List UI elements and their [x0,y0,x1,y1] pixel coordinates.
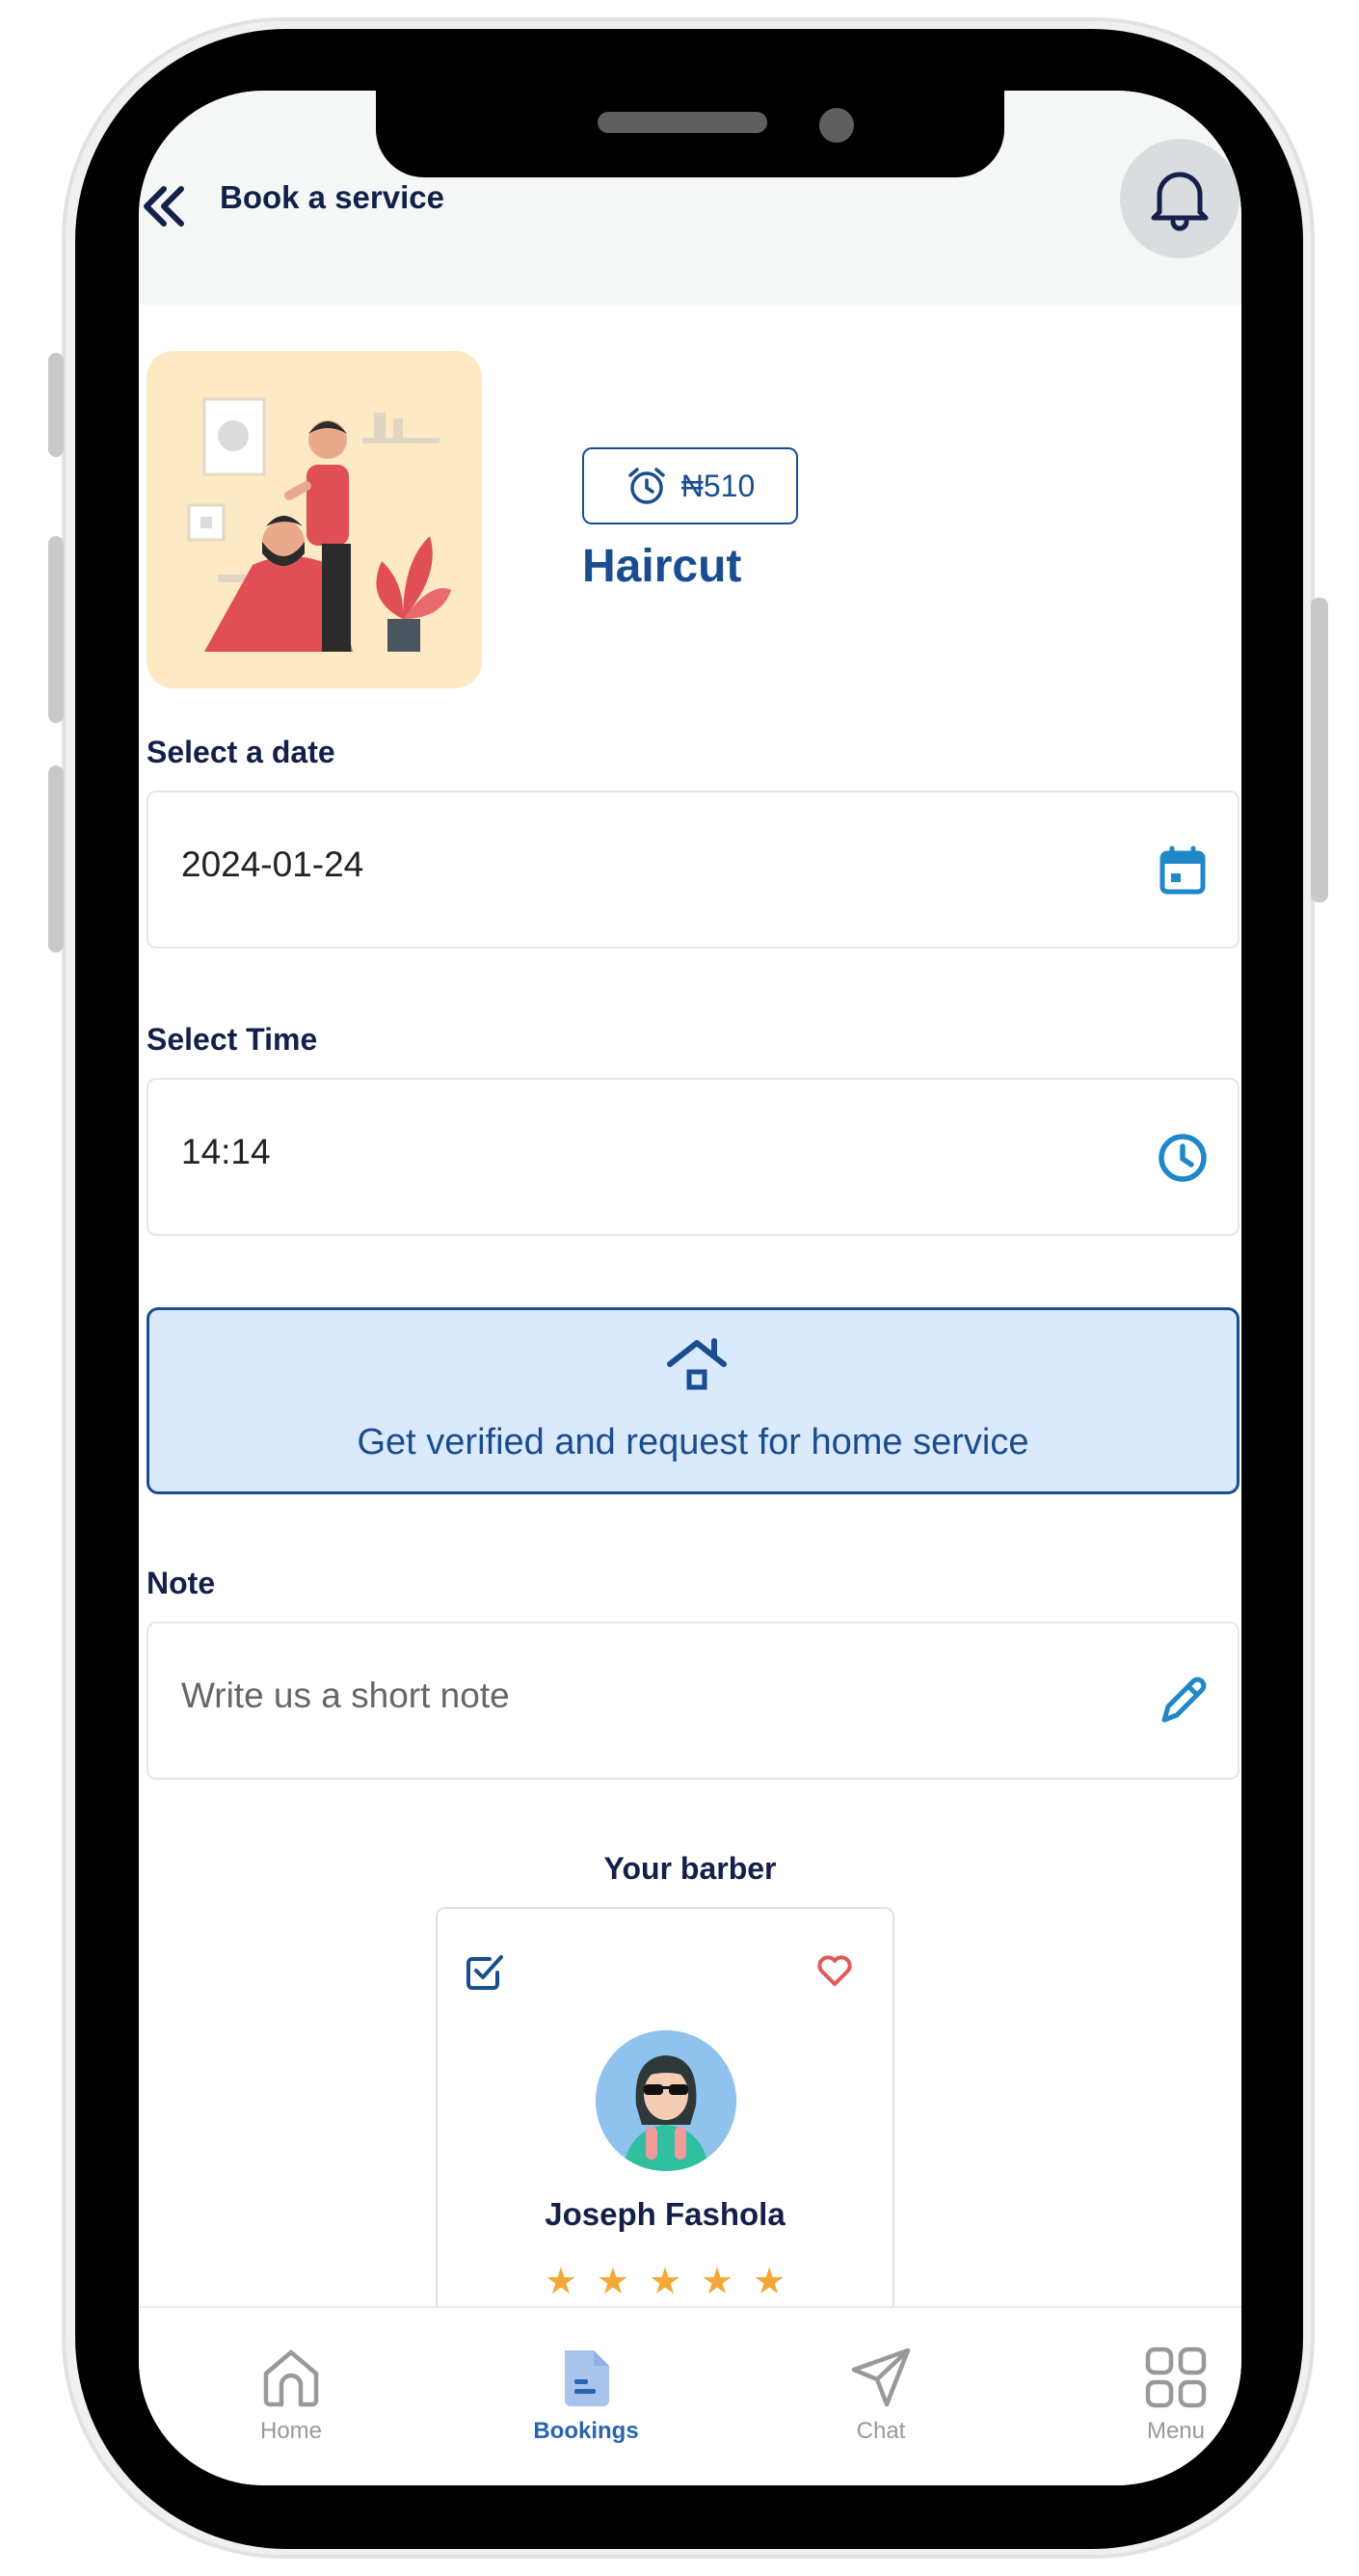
checkbox-checked-icon[interactable] [465,1951,505,1992]
barber-card[interactable]: Joseph Fashola ★★★★★ [436,1907,894,2331]
home-service-text: Get verified and request for home servic… [357,1422,1029,1462]
phone-silent-switch [48,353,64,457]
note-label: Note [147,1566,216,1600]
pencil-icon[interactable] [1155,1674,1211,1730]
bottom-navigation: Home Bookings Chat Menu [139,2306,1241,2485]
grid-menu-icon [1143,2345,1209,2410]
phone-camera [819,108,854,143]
bell-icon [1151,172,1209,231]
favorite-heart-icon[interactable] [815,1951,854,1990]
price-label: ₦510 [680,468,756,503]
phone-notch [376,91,1004,177]
home-service-button[interactable]: Get verified and request for home servic… [147,1307,1239,1494]
send-paper-plane-icon [848,2345,914,2410]
phone-speaker [598,112,767,133]
note-placeholder: Write us a short note [181,1676,510,1715]
phone-power-button [1311,598,1328,902]
back-chevrons-icon[interactable] [139,177,197,235]
document-icon [553,2345,619,2410]
calendar-icon[interactable] [1155,843,1211,899]
time-field[interactable]: 14:14 [147,1078,1239,1236]
time-value: 14:14 [181,1132,271,1171]
page-title: Book a service [220,179,444,215]
nav-bookings[interactable]: Bookings [490,2308,682,2485]
nav-menu[interactable]: Menu [1079,2308,1241,2485]
price-badge: ₦510 [582,447,798,524]
nav-home[interactable]: Home [195,2308,387,2485]
date-field[interactable]: 2024-01-24 [147,791,1239,949]
notifications-button[interactable] [1120,139,1239,258]
clock-icon[interactable] [1155,1130,1211,1186]
date-value: 2024-01-24 [181,845,364,884]
barber-heading: Your barber [603,1851,777,1886]
nav-chat-label: Chat [856,2418,906,2444]
barber-name: Joseph Fashola [545,2196,786,2232]
home-service-icon [664,1335,730,1393]
app-screen: Book a service ₦510 Haircut Select a dat… [139,91,1241,2485]
nav-menu-label: Menu [1146,2418,1206,2444]
note-field[interactable]: Write us a short note [147,1622,1239,1780]
home-icon [258,2345,324,2410]
phone-volume-up [48,536,64,723]
date-label: Select a date [147,735,335,769]
haircut-illustration [147,351,482,688]
nav-home-label: Home [259,2418,323,2444]
phone-volume-down [48,765,64,953]
nav-bookings-label: Bookings [533,2418,639,2444]
time-label: Select Time [147,1022,318,1057]
alarm-clock-icon [628,468,665,504]
nav-chat[interactable]: Chat [785,2308,977,2485]
barber-rating-stars: ★★★★★ [544,2262,806,2302]
service-name: Haircut [582,541,742,592]
barber-avatar [596,2030,736,2171]
